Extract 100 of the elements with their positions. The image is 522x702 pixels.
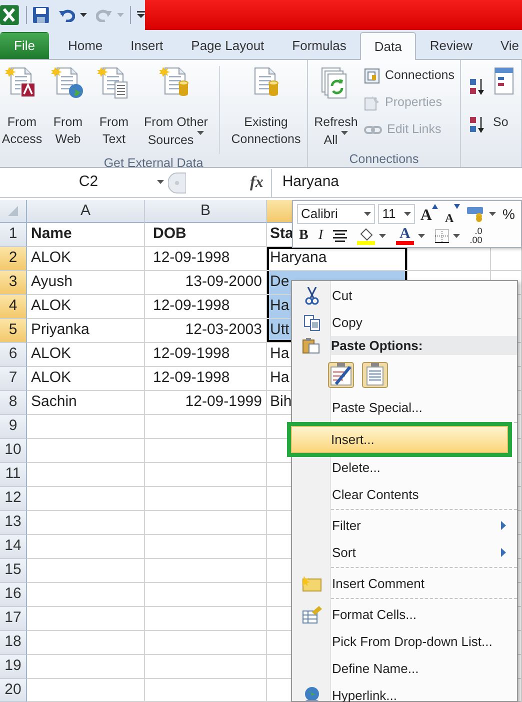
excel-icon[interactable] — [0, 4, 20, 26]
menu-item[interactable]: Sort — [292, 539, 517, 566]
row-header[interactable]: 12 — [0, 487, 27, 511]
row-header[interactable]: 18 — [0, 631, 27, 655]
italic-button[interactable]: I — [316, 226, 326, 246]
cell[interactable]: Ayush — [27, 271, 145, 295]
empty-cell[interactable] — [145, 583, 267, 607]
cell[interactable]: ALOK — [27, 367, 145, 391]
cell[interactable]: Priyanka — [27, 319, 145, 343]
borders-button[interactable] — [432, 226, 462, 246]
cell[interactable]: 12-09-1998 — [145, 343, 267, 367]
ribbon-button[interactable]: From Web — [46, 66, 90, 148]
ribbon-button[interactable]: Existing Connections — [225, 66, 307, 148]
formula-field[interactable]: Haryana — [271, 168, 522, 196]
font-name-field[interactable]: Calibri — [297, 204, 376, 224]
save-icon[interactable] — [32, 7, 49, 23]
percent-button[interactable]: % — [500, 204, 517, 224]
ribbon-tab[interactable]: Home — [54, 32, 117, 59]
sort-ascending-icon[interactable] — [469, 78, 485, 96]
ribbon-button[interactable]: From Text — [92, 66, 136, 148]
empty-cell[interactable] — [145, 655, 267, 679]
row-header[interactable]: 2 — [0, 247, 27, 271]
font-color-button[interactable]: A — [394, 226, 427, 246]
row-header[interactable]: 5 — [0, 319, 27, 343]
empty-cell[interactable] — [145, 535, 267, 559]
increase-decimal-button[interactable]: .0 .00 — [468, 226, 484, 246]
row-header[interactable]: 11 — [0, 463, 27, 487]
row-header[interactable]: 16 — [0, 583, 27, 607]
file-tab[interactable]: File — [0, 32, 49, 59]
cell[interactable]: Haryana — [267, 247, 408, 271]
insert-function-button[interactable]: fx — [250, 170, 272, 194]
empty-cell[interactable] — [145, 439, 267, 463]
row-header[interactable]: 8 — [0, 391, 27, 415]
row-header[interactable]: 13 — [0, 511, 27, 535]
splitter-handle-icon[interactable] — [168, 172, 186, 194]
ribbon-tab[interactable]: Formulas — [278, 32, 360, 59]
empty-cell[interactable] — [145, 487, 267, 511]
empty-cell[interactable] — [145, 559, 267, 583]
menu-item[interactable]: Paste Special... — [292, 394, 517, 421]
row-header[interactable]: 14 — [0, 535, 27, 559]
cell[interactable]: 12-09-1999 — [145, 391, 267, 415]
row-header[interactable]: 3 — [0, 271, 27, 295]
shrink-font-button[interactable]: A — [442, 204, 462, 224]
ribbon-button[interactable]: From Other Sources — [138, 66, 214, 150]
cell[interactable]: ALOK — [27, 247, 145, 271]
ribbon-tab[interactable]: Vie — [486, 32, 522, 59]
column-header[interactable]: A — [27, 200, 145, 223]
row-header[interactable]: 19 — [0, 655, 27, 679]
fill-color-button[interactable] — [355, 226, 388, 246]
ribbon-button[interactable]: So — [491, 66, 521, 131]
font-size-field[interactable]: 11 — [378, 204, 416, 224]
empty-cell[interactable] — [145, 607, 267, 631]
row-header[interactable]: 20 — [0, 679, 27, 702]
menu-item[interactable]: Pick From Drop-down List... — [292, 628, 517, 655]
cell[interactable]: Name — [27, 223, 145, 247]
sort-descending-icon[interactable] — [469, 116, 485, 134]
empty-cell[interactable] — [145, 415, 267, 439]
cell[interactable]: 12-09-1998 — [145, 247, 267, 271]
caret-icon[interactable] — [80, 12, 87, 18]
grow-font-button[interactable]: A — [418, 204, 440, 224]
menu-item[interactable]: Insert Comment — [292, 570, 517, 597]
row-header[interactable]: 6 — [0, 343, 27, 367]
empty-cell[interactable] — [145, 511, 267, 535]
select-all-icon[interactable] — [8, 206, 18, 216]
cell[interactable]: DOB — [145, 223, 267, 247]
ribbon-tab[interactable]: Page Layout — [177, 32, 278, 59]
menu-item[interactable]: Clear Contents — [292, 481, 517, 508]
menu-item[interactable]: Format Cells... — [292, 601, 517, 628]
column-header[interactable]: B — [145, 200, 267, 223]
cell[interactable]: 12-09-1998 — [145, 367, 267, 391]
paste-values-button[interactable] — [362, 362, 388, 388]
bold-button[interactable]: B — [297, 226, 310, 246]
undo-icon[interactable] — [58, 8, 75, 22]
row-header[interactable]: 15 — [0, 559, 27, 583]
empty-cell[interactable] — [145, 679, 267, 702]
row-header[interactable]: 17 — [0, 607, 27, 631]
customize-icon[interactable] — [137, 11, 146, 19]
empty-cell[interactable] — [145, 463, 267, 487]
row-header[interactable]: 9 — [0, 415, 27, 439]
ribbon-button[interactable]: From Access — [0, 66, 44, 148]
menu-item[interactable]: Filter — [292, 512, 517, 539]
paste-formatting-button[interactable] — [328, 362, 354, 388]
row-header[interactable]: 10 — [0, 439, 27, 463]
cell[interactable]: ALOK — [27, 295, 145, 319]
menu-item[interactable]: Cut — [292, 282, 517, 309]
menu-item[interactable]: Define Name... — [292, 655, 517, 682]
row-header[interactable]: 7 — [0, 367, 27, 391]
cell[interactable]: ALOK — [27, 343, 145, 367]
ribbon-button[interactable]: Refresh All — [308, 66, 364, 150]
menu-item[interactable]: Insert... — [291, 426, 508, 453]
ribbon-tab[interactable]: Review — [416, 32, 486, 59]
ribbon-tab[interactable]: Data — [360, 32, 416, 60]
empty-cell[interactable] — [145, 631, 267, 655]
ribbon-button[interactable]: Connections — [364, 62, 454, 89]
ribbon-tab[interactable]: Insert — [116, 32, 178, 59]
menu-item[interactable]: Copy — [292, 309, 517, 336]
row-header[interactable]: 1 — [0, 223, 27, 247]
menu-item[interactable]: Delete... — [292, 454, 517, 481]
cell[interactable]: Sachin — [27, 391, 145, 415]
row-header[interactable]: 4 — [0, 295, 27, 319]
